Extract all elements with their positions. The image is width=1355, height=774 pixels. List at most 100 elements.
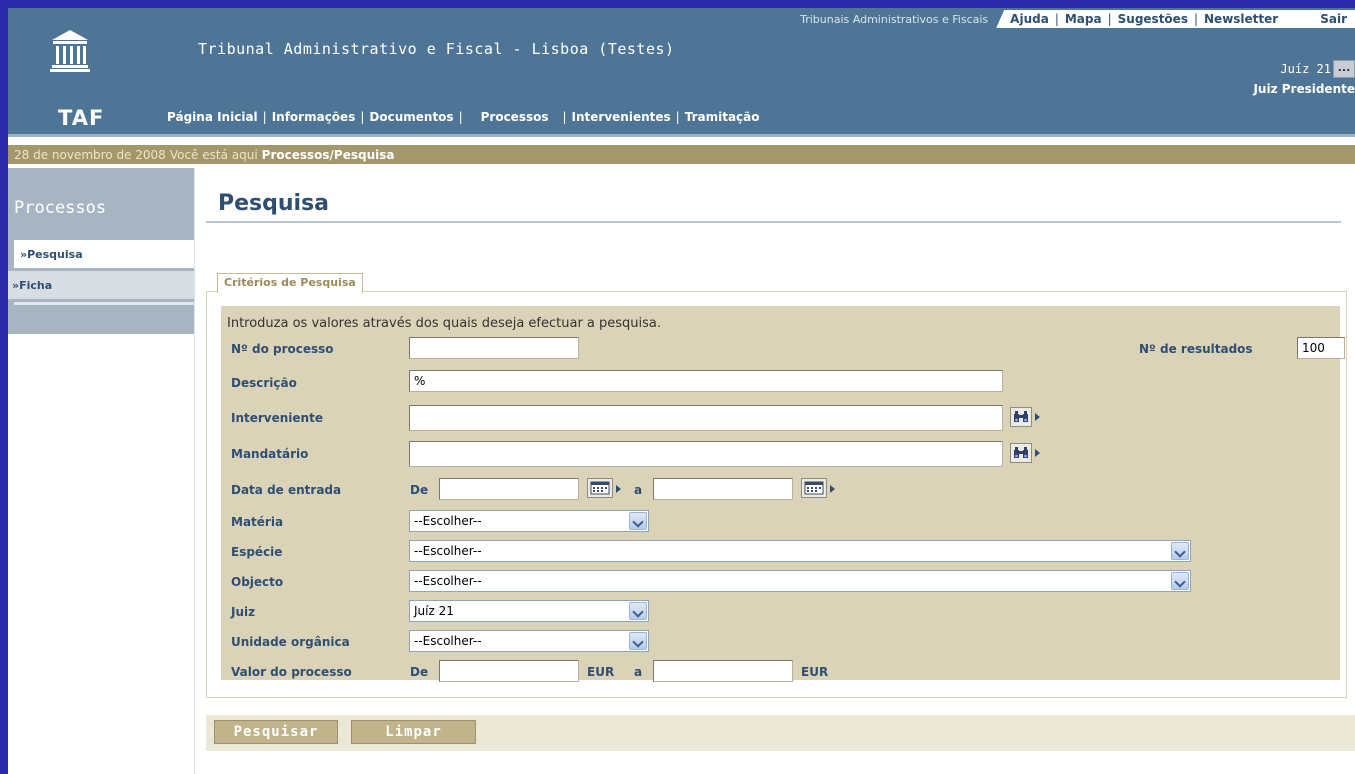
suggestions-link[interactable]: Sugestões <box>1118 12 1188 26</box>
header: Tribunais Administrativos e Fiscais Ajud… <box>8 8 1355 134</box>
binoculars-icon[interactable] <box>1010 407 1032 427</box>
process-value-to-input[interactable] <box>653 660 793 682</box>
logo-text: TAF <box>58 106 105 130</box>
breadcrumb-path[interactable]: Processos/Pesquisa <box>262 148 395 162</box>
nav-information[interactable]: Informações <box>272 110 356 124</box>
breadcrumb: 28 de novembro de 2008 Você está aqui Pr… <box>8 145 1355 164</box>
process-value-from-input[interactable] <box>439 660 579 682</box>
results-count-input[interactable]: 100 <box>1297 337 1345 359</box>
form-intro: Introduza os valores através dos quais d… <box>227 316 662 331</box>
user-info: Juíz 21 ... Juiz Presidente <box>1253 60 1355 96</box>
expand-arrow-icon <box>830 485 835 493</box>
sidebar-divider <box>14 302 194 305</box>
nav-processes[interactable]: Processos <box>481 110 549 124</box>
separator: | <box>562 110 567 124</box>
user-name-row: Juíz 21 ... <box>1253 60 1355 78</box>
sidebar-item-record[interactable]: »Ficha <box>8 271 194 299</box>
nav-procedure[interactable]: Tramitação <box>685 110 760 124</box>
newsletter-link[interactable]: Newsletter <box>1204 12 1278 26</box>
process-number-label: Nº do processo <box>231 342 334 356</box>
nav-home[interactable]: Página Inicial <box>167 110 258 124</box>
bank-logo-icon[interactable] <box>50 28 120 76</box>
species-selected: --Escolher-- <box>414 544 482 558</box>
chevron-down-icon[interactable] <box>1171 572 1189 590</box>
app-frame: Tribunais Administrativos e Fiscais Ajud… <box>8 8 1355 774</box>
sidebar-border <box>194 168 195 774</box>
calendar-icon[interactable] <box>587 478 613 498</box>
entry-date-from-label: De <box>410 483 429 497</box>
org-unit-selected: --Escolher-- <box>414 634 482 648</box>
nav-documents[interactable]: Documentos <box>369 110 453 124</box>
separator: | <box>360 110 365 124</box>
calendar-icon[interactable] <box>801 478 827 498</box>
currency-label: EUR <box>587 665 615 679</box>
species-label: Espécie <box>231 545 283 559</box>
object-selected: --Escolher-- <box>414 574 482 588</box>
species-select[interactable]: --Escolher-- <box>409 540 1191 562</box>
separator: | <box>262 110 267 124</box>
top-nav: Tribunais Administrativos e Fiscais Ajud… <box>800 10 1355 28</box>
user-name: Juíz 21 <box>1280 62 1331 76</box>
nav-intervenients[interactable]: Intervenientes <box>572 110 671 124</box>
chevron-down-icon[interactable] <box>629 512 647 530</box>
map-link[interactable]: Mapa <box>1065 12 1102 26</box>
intervenient-label: Interveniente <box>231 411 323 425</box>
expand-arrow-icon <box>1035 413 1040 421</box>
process-value-from-label: De <box>410 665 429 679</box>
entry-date-to-label: a <box>634 483 643 497</box>
process-value-label: Valor do processo <box>231 665 352 679</box>
page-title: Pesquisa <box>218 191 330 216</box>
sidebar: Processos »Pesquisa »Ficha <box>8 168 194 334</box>
description-input[interactable]: % <box>409 370 1003 392</box>
expand-arrow-icon <box>616 485 621 493</box>
help-link[interactable]: Ajuda <box>1010 12 1049 26</box>
site-title: Tribunal Administrativo e Fiscal - Lisbo… <box>198 40 675 58</box>
judge-select[interactable]: Juíz 21 <box>409 600 649 622</box>
judge-label: Juiz <box>231 605 256 619</box>
process-value-to-label: a <box>634 665 643 679</box>
intervenient-input[interactable] <box>409 405 1003 431</box>
binoculars-icon[interactable] <box>1010 443 1032 463</box>
separator: | <box>1193 12 1199 26</box>
chevron-down-icon[interactable] <box>629 602 647 620</box>
user-role: Juiz Presidente <box>1253 82 1355 96</box>
expand-arrow-icon <box>1035 449 1040 457</box>
org-unit-select[interactable]: --Escolher-- <box>409 630 649 652</box>
chevron-down-icon[interactable] <box>629 632 647 650</box>
matter-selected: --Escolher-- <box>414 514 482 528</box>
judge-selected: Juíz 21 <box>414 604 454 618</box>
matter-select[interactable]: --Escolher-- <box>409 510 649 532</box>
separator: | <box>458 110 463 124</box>
title-divider <box>206 221 1341 223</box>
user-menu-button[interactable]: ... <box>1333 60 1355 78</box>
logout-link[interactable]: Sair <box>1320 12 1347 26</box>
results-count-label: Nº de resultados <box>1139 342 1253 356</box>
object-select[interactable]: --Escolher-- <box>409 570 1191 592</box>
entry-date-from-input[interactable] <box>439 478 579 500</box>
matter-label: Matéria <box>231 515 284 529</box>
process-number-input[interactable] <box>409 337 579 359</box>
org-unit-label: Unidade orgânica <box>231 635 350 649</box>
search-button[interactable]: Pesquisar <box>214 720 338 744</box>
entry-date-label: Data de entrada <box>231 483 342 497</box>
search-form: Introduza os valores através dos quais d… <box>221 306 1345 682</box>
description-label: Descrição <box>231 376 297 390</box>
mandatary-label: Mandatário <box>231 447 309 461</box>
mandatary-input[interactable] <box>409 441 1003 467</box>
fieldset-legend: Critérios de Pesquisa <box>217 273 363 293</box>
separator: | <box>1054 12 1059 26</box>
portal-link[interactable]: Tribunais Administrativos e Fiscais <box>800 13 996 26</box>
button-bar: Pesquisar Limpar <box>206 715 1355 751</box>
entry-date-to-input[interactable] <box>653 478 793 500</box>
clear-button[interactable]: Limpar <box>351 720 476 744</box>
separator: | <box>1107 12 1112 26</box>
chevron-down-icon[interactable] <box>1171 542 1189 560</box>
top-links: Ajuda | Mapa | Sugestões | Newsletter Sa… <box>996 10 1355 28</box>
sidebar-title: Processos <box>14 198 107 218</box>
sidebar-item-search[interactable]: »Pesquisa <box>14 240 194 268</box>
object-label: Objecto <box>231 575 284 589</box>
currency-label: EUR <box>801 665 829 679</box>
breadcrumb-label: Você está aqui <box>169 147 258 162</box>
header-divider <box>8 134 1355 137</box>
main-nav: Página Inicial | Informações | Documento… <box>167 110 760 124</box>
